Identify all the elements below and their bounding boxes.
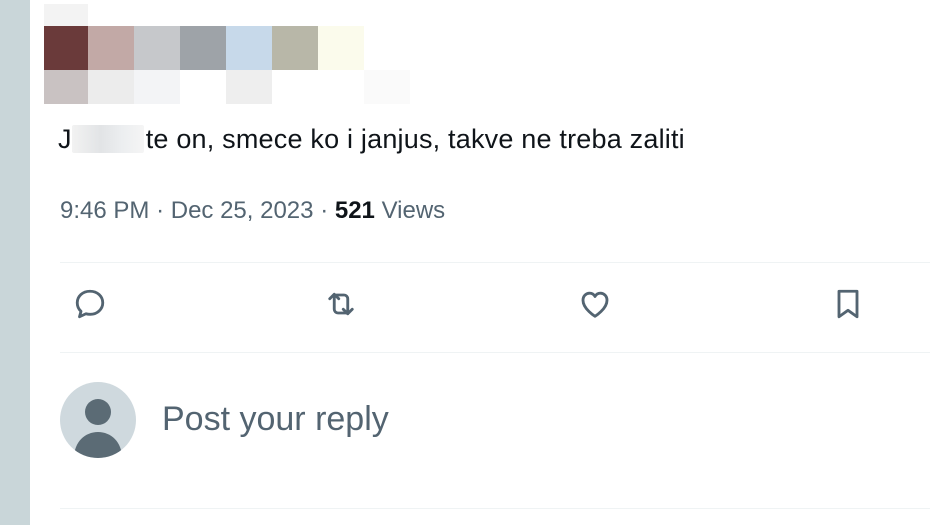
left-edge-strip <box>0 0 30 525</box>
bookmark-button[interactable] <box>828 284 868 324</box>
tweet-text-visible: te on, smece ko i janjus, takve ne treba… <box>145 124 685 154</box>
pixelated-profile-header <box>44 4 424 104</box>
tweet-text: Jte on, smece ko i janjus, takve ne treb… <box>58 124 685 154</box>
reply-input[interactable] <box>162 393 762 445</box>
views-count: 521 <box>334 197 375 224</box>
divider <box>60 352 930 353</box>
tweet-date[interactable]: Dec 25, 2023 <box>171 197 314 224</box>
like-icon <box>581 291 609 318</box>
divider <box>60 508 930 509</box>
reply-icon <box>75 289 105 319</box>
repost-icon <box>328 292 354 316</box>
meta-separator: · <box>320 197 329 224</box>
tweet-meta: 9:46 PM · Dec 25, 2023 · 521 Views <box>60 197 445 225</box>
like-button[interactable] <box>575 284 615 324</box>
default-avatar-icon <box>74 399 122 458</box>
bookmark-icon <box>837 289 859 319</box>
censored-name <box>71 125 144 153</box>
reply-button[interactable] <box>70 284 110 324</box>
tweet-detail: Jte on, smece ko i janjus, takve ne treb… <box>30 0 930 525</box>
avatar <box>60 382 136 458</box>
meta-separator: · <box>156 197 165 224</box>
divider <box>60 262 930 263</box>
views-label: Views <box>381 197 446 224</box>
tweet-time[interactable]: 9:46 PM <box>60 197 149 224</box>
repost-button[interactable] <box>321 284 361 324</box>
